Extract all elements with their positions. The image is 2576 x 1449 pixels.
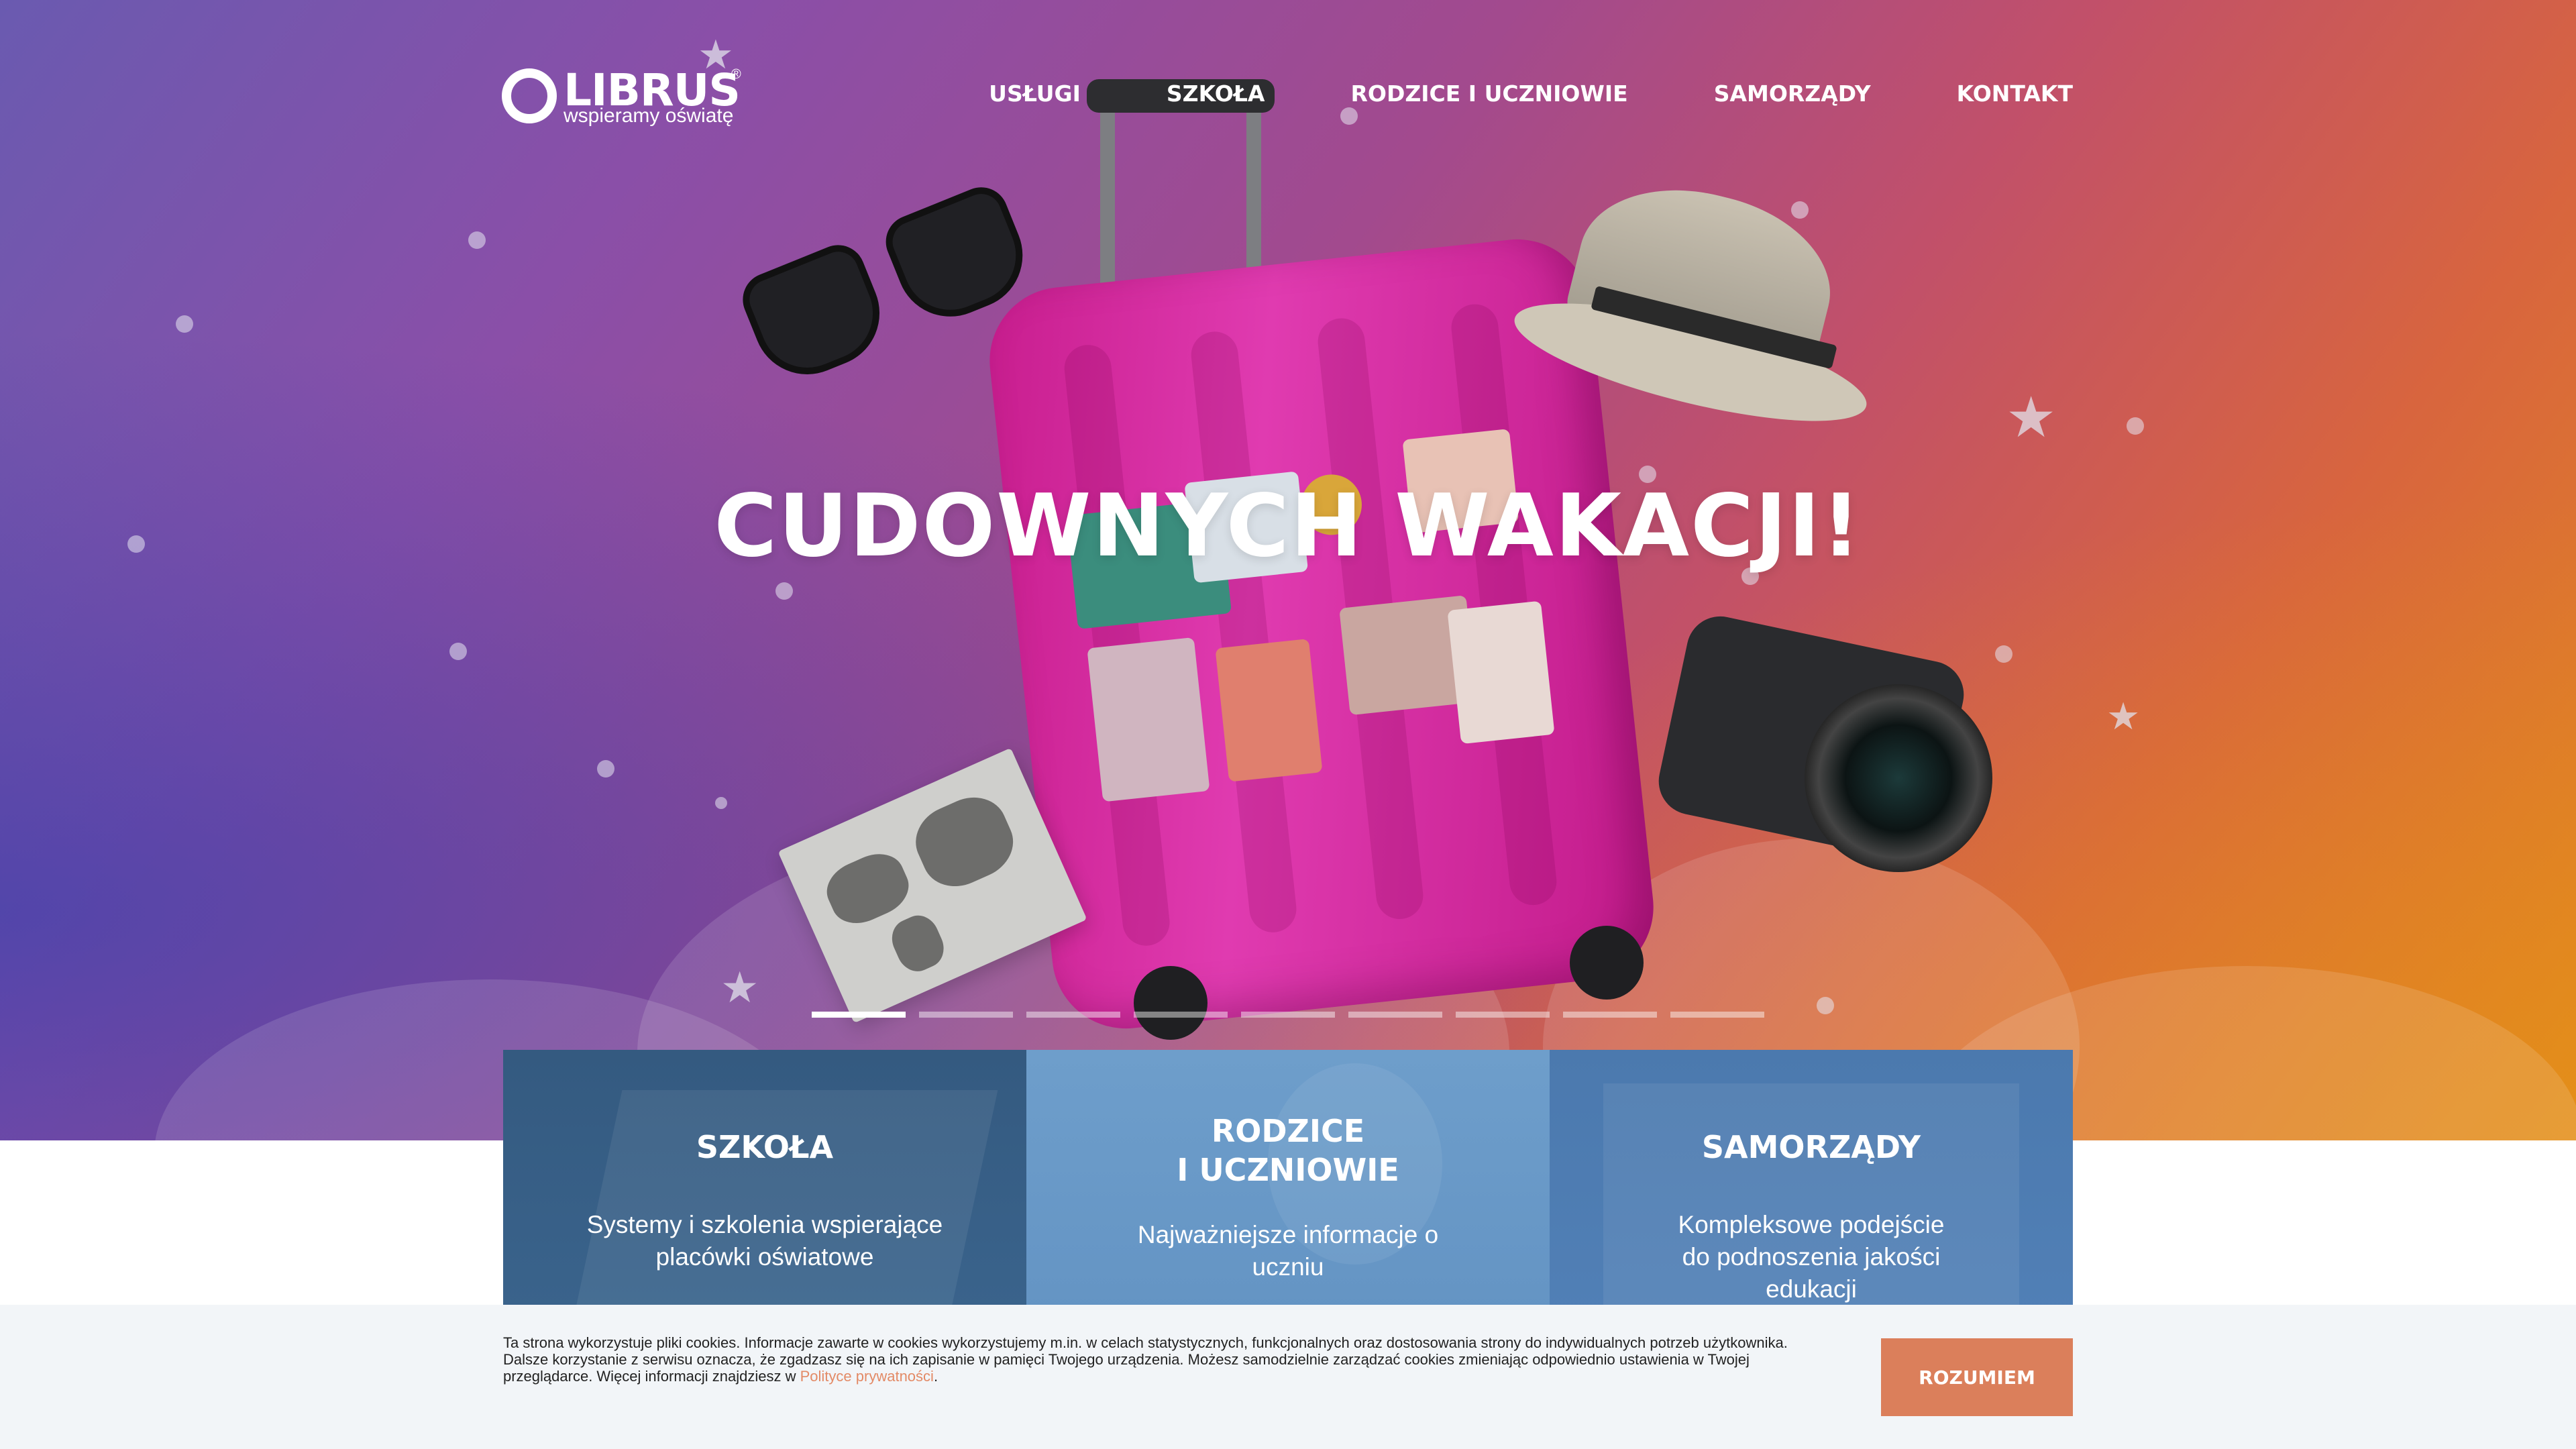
decor-dot [597, 760, 614, 777]
decor-dot [1791, 201, 1809, 219]
travel-sticker [1447, 600, 1555, 745]
main-navigation: USŁUGI SZKOŁA RODZICE I UCZNIOWIE SAMORZ… [989, 80, 2073, 107]
tile-title: SAMORZĄDY [1701, 1129, 1921, 1165]
logo-registered-mark: ® [731, 67, 741, 82]
cookie-message: Ta strona wykorzystuje pliki cookies. In… [503, 1334, 1805, 1385]
cookie-consent-bar: Ta strona wykorzystuje pliki cookies. In… [0, 1305, 2576, 1449]
librus-logo[interactable]: LIBRUS ® wspieramy oświatę [502, 64, 757, 131]
nav-item-uslugi[interactable]: USŁUGI [989, 80, 1081, 107]
map-land [818, 845, 917, 933]
slider-pagination [812, 1012, 1764, 1018]
suitcase-rib [1189, 329, 1299, 935]
tile-description: Kompleksowe podejście do podnoszenia jak… [1678, 1211, 1945, 1303]
tile-description: Najważniejsze informacje o uczniu [1137, 1221, 1439, 1281]
privacy-policy-link[interactable]: Polityce prywatności [800, 1368, 934, 1385]
decor-star: ★ [720, 963, 759, 1012]
slide-indicator[interactable] [1026, 1012, 1120, 1018]
slide-indicator[interactable] [1456, 1012, 1550, 1018]
hero-banner: ★ ★ ★ ★ LIBRUS ® wspieramy oświatę USŁUG… [0, 0, 2576, 1140]
tile-title: SZKOŁA [696, 1129, 834, 1165]
decor-star: ★ [2006, 386, 2057, 449]
decor-star: ★ [2106, 695, 2141, 737]
slide-indicator[interactable] [812, 1012, 906, 1018]
accept-cookies-button[interactable]: ROZUMIEM [1881, 1338, 2073, 1416]
logo-tagline: wspieramy oświatę [564, 105, 734, 127]
map-land [885, 909, 951, 978]
travel-sticker [1215, 639, 1323, 782]
slide-indicator[interactable] [1348, 1012, 1442, 1018]
decor-dot [449, 643, 467, 660]
slide-indicator[interactable] [919, 1012, 1013, 1018]
tile-title-line-2: I UCZNIOWIE [1177, 1152, 1399, 1188]
slide-indicator[interactable] [1241, 1012, 1335, 1018]
decor-dot [2127, 417, 2144, 435]
camera-lens [1805, 684, 1992, 872]
map-land [905, 786, 1024, 898]
hero-headline: CUDOWNYCH WAKACJI! [714, 476, 1862, 576]
tile-title: RODZICE [1211, 1113, 1365, 1149]
decor-dot [775, 582, 793, 600]
logo-mark-icon [502, 68, 557, 123]
slide-indicator[interactable] [1134, 1012, 1228, 1018]
decor-dot [1817, 997, 1834, 1014]
slide-indicator[interactable] [1670, 1012, 1764, 1018]
decor-dot [715, 797, 727, 809]
tile-description: Systemy i szkolenia wspierające placówki… [586, 1211, 943, 1271]
slide-indicator[interactable] [1563, 1012, 1657, 1018]
travel-sticker [1087, 637, 1210, 802]
suitcase-wheel [1570, 926, 1644, 1000]
nav-item-rodzice-i-uczniowie[interactable]: RODZICE I UCZNIOWIE [1350, 80, 1627, 107]
nav-item-szkola[interactable]: SZKOŁA [1167, 80, 1265, 107]
decor-dot [468, 231, 486, 249]
decor-dot [1340, 107, 1358, 125]
cookie-text-end: . [933, 1368, 938, 1385]
nav-item-samorzady[interactable]: SAMORZĄDY [1714, 80, 1871, 107]
nav-item-kontakt[interactable]: KONTAKT [1957, 80, 2073, 107]
decor-dot [1995, 645, 2012, 663]
suitcase-wheel [1134, 966, 1208, 1040]
decor-dot [176, 315, 193, 333]
cookie-text: Ta strona wykorzystuje pliki cookies. In… [503, 1334, 1788, 1385]
